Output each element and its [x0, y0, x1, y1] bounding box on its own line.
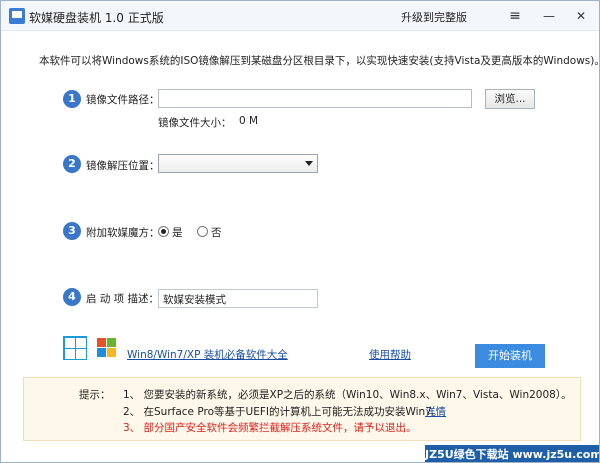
- tip-2: 2、 在Surface Pro等基于UEFI的计算机上可能无法成功安装Win7。: [123, 406, 443, 418]
- software-collection-link[interactable]: Win8/Win7/XP 装机必备软件大全: [127, 347, 288, 362]
- windows8-logo-icon: [63, 336, 87, 360]
- app-window: 软媒硬盘装机 1.0 正式版 升级到完整版 ≡ — ✕ 本软件可以将Window…: [0, 0, 600, 463]
- addon-label: 附加软媒魔方：: [86, 227, 160, 239]
- chevron-down-icon: [305, 161, 313, 166]
- title-bar[interactable]: 软媒硬盘装机 1.0 正式版 升级到完整版 ≡ — ✕: [1, 1, 599, 31]
- tip-1: 1、 您要安装的新系统，必须是XP之后的系统（Win10、Win8.x、Win7…: [123, 389, 572, 401]
- addon-yes-radio[interactable]: [158, 226, 169, 237]
- window-title: 软媒硬盘装机 1.0 正式版: [29, 11, 164, 25]
- boot-desc-label: 启 动 项 描述：: [86, 293, 160, 305]
- close-icon[interactable]: ✕: [569, 5, 593, 27]
- tip-3-warning: 3、 部分国产安全软件会频繁拦截解压系统文件，请予以退出。: [123, 422, 417, 434]
- upgrade-link[interactable]: 升级到完整版: [401, 9, 467, 25]
- addon-no-label: 否: [211, 227, 222, 239]
- step-1-badge: 1: [63, 90, 81, 108]
- boot-desc-input[interactable]: 软媒安装模式: [158, 289, 318, 308]
- browse-button[interactable]: 浏览...: [485, 89, 535, 109]
- extract-location-label: 镜像解压位置：: [86, 160, 160, 172]
- iso-size-label: 镜像文件大小：: [158, 117, 232, 129]
- app-icon: [9, 8, 25, 24]
- step-2-badge: 2: [63, 155, 81, 173]
- windows-xp-logo-icon: [96, 337, 118, 359]
- addon-yes-label: 是: [172, 227, 183, 239]
- addon-no-radio[interactable]: [197, 226, 208, 237]
- menu-icon[interactable]: ≡: [503, 5, 527, 27]
- watermark: JZ5U绿色下载站 www.jz5u.com: [425, 445, 599, 462]
- iso-size-value: 0 M: [239, 115, 259, 127]
- extract-location-select[interactable]: [158, 154, 318, 173]
- iso-path-input[interactable]: [158, 89, 472, 108]
- details-link[interactable]: 详情: [425, 404, 446, 419]
- step-3-badge: 3: [63, 222, 81, 240]
- tips-heading: 提示：: [79, 389, 111, 401]
- start-install-button[interactable]: 开始装机: [475, 344, 545, 368]
- description-text: 本软件可以将Windows系统的ISO镜像解压到某磁盘分区根目录下，以实现快速安…: [39, 55, 600, 67]
- iso-path-label: 镜像文件路径：: [86, 94, 160, 106]
- minimize-icon[interactable]: —: [537, 5, 561, 27]
- step-4-badge: 4: [63, 288, 81, 306]
- help-link[interactable]: 使用帮助: [369, 347, 411, 362]
